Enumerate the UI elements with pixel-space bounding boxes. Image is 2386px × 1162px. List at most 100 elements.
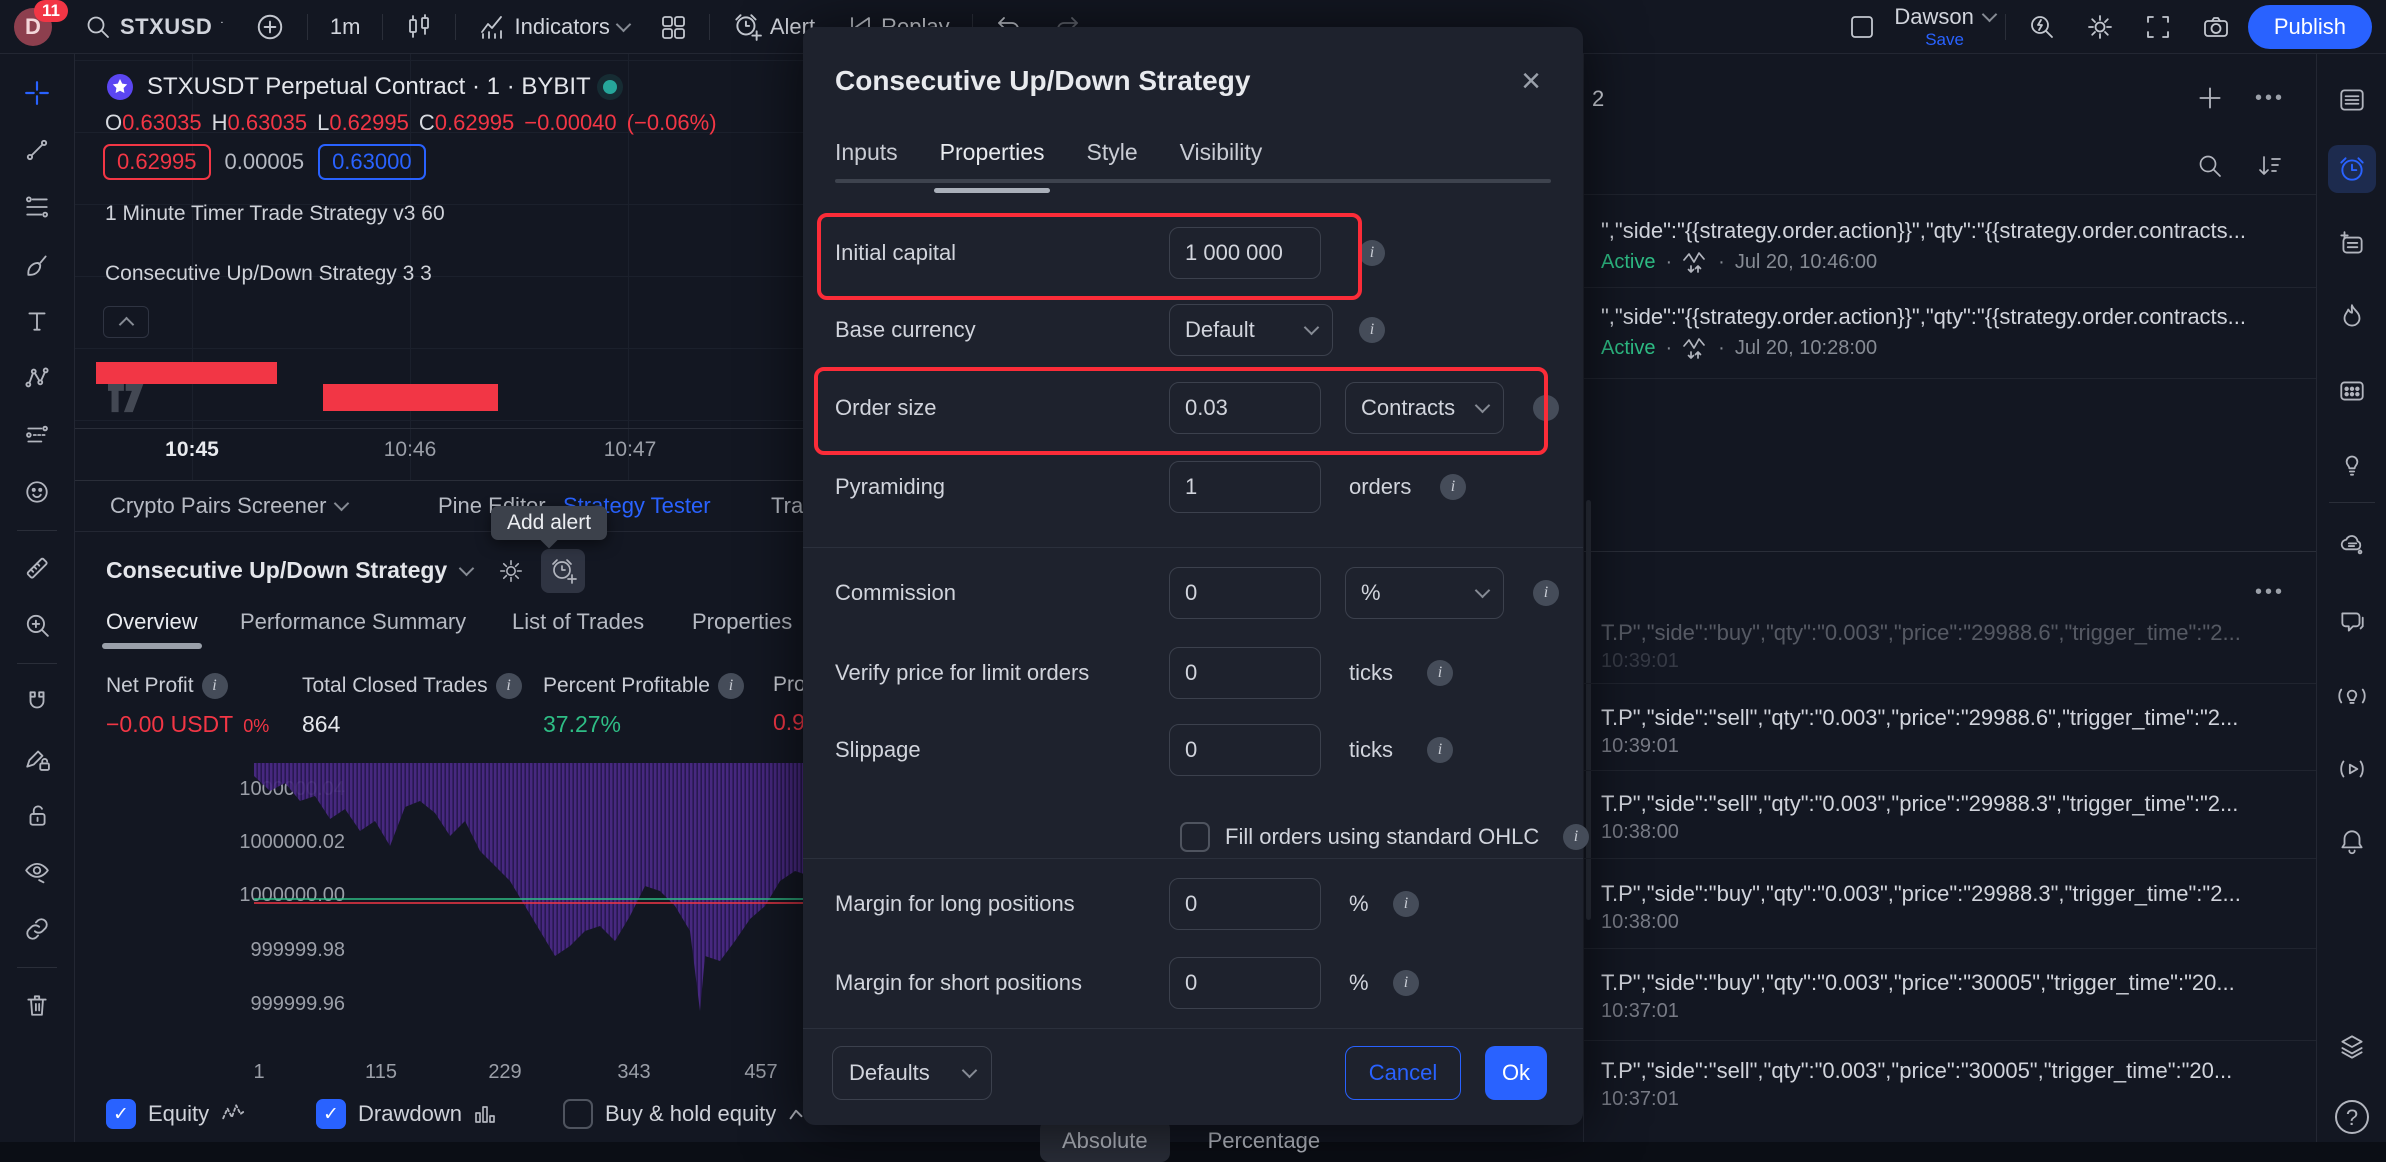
verify-price-input[interactable] — [1169, 647, 1321, 699]
info-icon[interactable]: i — [496, 673, 522, 699]
info-icon[interactable]: i — [1533, 395, 1559, 421]
alerts-button[interactable] — [2328, 145, 2376, 193]
chart-style-button[interactable] — [393, 7, 445, 47]
tab-trading[interactable]: Tra — [771, 493, 803, 519]
log-menu-button[interactable]: ••• — [2250, 572, 2290, 612]
info-icon[interactable]: i — [1533, 580, 1559, 606]
order-size-unit-select[interactable]: Contracts — [1345, 382, 1504, 434]
object-tree-button[interactable] — [2328, 1023, 2376, 1071]
measure-tool[interactable] — [14, 545, 60, 591]
equity-toggle[interactable]: ✓ Equity — [106, 1099, 247, 1129]
indicator-templates-button[interactable] — [647, 7, 699, 47]
watchlist-button[interactable] — [2328, 76, 2376, 124]
fib-retracement-tool[interactable] — [14, 184, 60, 230]
strategy-selector[interactable]: Consecutive Up/Down Strategy — [106, 557, 472, 584]
ok-button[interactable]: Ok — [1485, 1046, 1547, 1100]
alerts-menu-button[interactable]: ••• — [2250, 78, 2290, 118]
indicators-button[interactable]: Indicators — [466, 7, 640, 47]
tab-list-of-trades[interactable]: List of Trades — [512, 609, 644, 635]
absolute-toggle[interactable]: Absolute — [1040, 1120, 1170, 1162]
drawing-mode[interactable] — [14, 735, 60, 781]
info-icon[interactable]: i — [1359, 317, 1385, 343]
sync-drawings[interactable] — [14, 906, 60, 952]
layout-name-menu[interactable]: Dawson Save — [1894, 6, 1994, 48]
close-icon[interactable]: × — [1509, 59, 1553, 103]
chat-button[interactable] — [2328, 598, 2376, 646]
margin-long-input[interactable] — [1169, 878, 1321, 930]
tab-properties[interactable]: Properties — [692, 609, 792, 635]
sell-button[interactable]: 0.62995 — [103, 144, 211, 180]
interval-button[interactable]: 1m — [318, 7, 373, 47]
alerts-sort-button[interactable] — [2250, 146, 2290, 186]
tab-properties[interactable]: Properties — [940, 139, 1045, 166]
tab-visibility[interactable]: Visibility — [1180, 139, 1263, 166]
layout-button[interactable] — [1836, 7, 1888, 47]
info-icon[interactable]: i — [1427, 737, 1453, 763]
info-icon[interactable]: i — [1359, 240, 1385, 266]
info-icon[interactable]: i — [1427, 660, 1453, 686]
create-alert-button[interactable] — [2190, 78, 2230, 118]
buy-button[interactable]: 0.63000 — [318, 144, 426, 180]
checkbox-checked[interactable]: ✓ — [106, 1099, 136, 1129]
tab-crypto-pairs-screener[interactable]: Crypto Pairs Screener — [110, 493, 347, 519]
settings-button[interactable] — [2074, 7, 2126, 47]
info-icon[interactable]: i — [1563, 824, 1589, 850]
drawdown-toggle[interactable]: ✓ Drawdown — [316, 1099, 498, 1129]
cancel-button[interactable]: Cancel — [1345, 1046, 1461, 1100]
info-icon[interactable]: i — [1393, 891, 1419, 917]
fullscreen-button[interactable] — [2132, 7, 2184, 47]
indicator-row[interactable]: 1 Minute Timer Trade Strategy v3 60 — [105, 202, 445, 226]
minds-button[interactable] — [2328, 521, 2376, 569]
info-icon[interactable]: i — [718, 673, 744, 699]
quick-search-button[interactable] — [2016, 7, 2068, 47]
calendar-button[interactable] — [2328, 367, 2376, 415]
notifications-button[interactable] — [2328, 818, 2376, 866]
info-icon[interactable]: i — [202, 673, 228, 699]
order-size-input[interactable] — [1169, 382, 1321, 434]
chart-legend[interactable]: STXUSDT Perpetual Contract · 1 · BYBIT — [105, 72, 617, 102]
pattern-tool[interactable] — [14, 355, 60, 401]
ideas-button[interactable] — [2328, 440, 2376, 488]
defaults-dropdown-button[interactable]: Defaults — [832, 1046, 992, 1100]
screenshot-button[interactable] — [2190, 7, 2242, 47]
data-window-button[interactable] — [2328, 220, 2376, 268]
initial-capital-input[interactable] — [1169, 227, 1321, 279]
help-button[interactable]: ? — [2328, 1093, 2376, 1141]
magnet-mode[interactable] — [14, 678, 60, 724]
slippage-input[interactable] — [1169, 724, 1321, 776]
crosshair-tool[interactable] — [14, 70, 60, 116]
commission-unit-select[interactable]: % — [1345, 567, 1504, 619]
tab-inputs[interactable]: Inputs — [835, 139, 898, 166]
buy-hold-toggle[interactable]: Buy & hold equity — [563, 1099, 804, 1129]
zoom-in-tool[interactable] — [14, 602, 60, 648]
collapse-legend-button[interactable] — [103, 306, 149, 338]
checkbox-unchecked[interactable] — [563, 1099, 593, 1129]
tab-performance-summary[interactable]: Performance Summary — [240, 609, 466, 635]
pyramiding-input[interactable] — [1169, 461, 1321, 513]
percentage-toggle[interactable]: Percentage — [1186, 1120, 1343, 1162]
hide-all-drawings[interactable] — [14, 849, 60, 895]
scrollbar[interactable] — [1586, 500, 1591, 920]
hotlists-button[interactable] — [2328, 293, 2376, 341]
streams-button[interactable] — [2328, 745, 2376, 793]
tab-style[interactable]: Style — [1086, 139, 1137, 166]
commission-input[interactable] — [1169, 567, 1321, 619]
panel-splitter[interactable] — [1584, 551, 2316, 552]
base-currency-select[interactable]: Default — [1169, 304, 1333, 356]
alerts-search-button[interactable] — [2190, 146, 2230, 186]
prediction-tool[interactable] — [14, 412, 60, 458]
trend-line-tool[interactable] — [14, 127, 60, 173]
tab-overview[interactable]: Overview — [106, 609, 198, 635]
market-status-icon[interactable] — [603, 80, 617, 94]
info-icon[interactable]: i — [1393, 970, 1419, 996]
emoji-tool[interactable] — [14, 469, 60, 515]
remove-drawings[interactable] — [14, 982, 60, 1028]
checkbox-unchecked[interactable] — [1180, 822, 1210, 852]
strategy-settings-button[interactable] — [489, 549, 533, 593]
live-ideas-button[interactable] — [2328, 672, 2376, 720]
save-link[interactable]: Save — [1925, 31, 1964, 48]
compare-add-symbol-button[interactable] — [243, 7, 297, 47]
add-alert-button[interactable] — [541, 549, 585, 593]
brush-tool[interactable] — [14, 241, 60, 287]
checkbox-checked[interactable]: ✓ — [316, 1099, 346, 1129]
